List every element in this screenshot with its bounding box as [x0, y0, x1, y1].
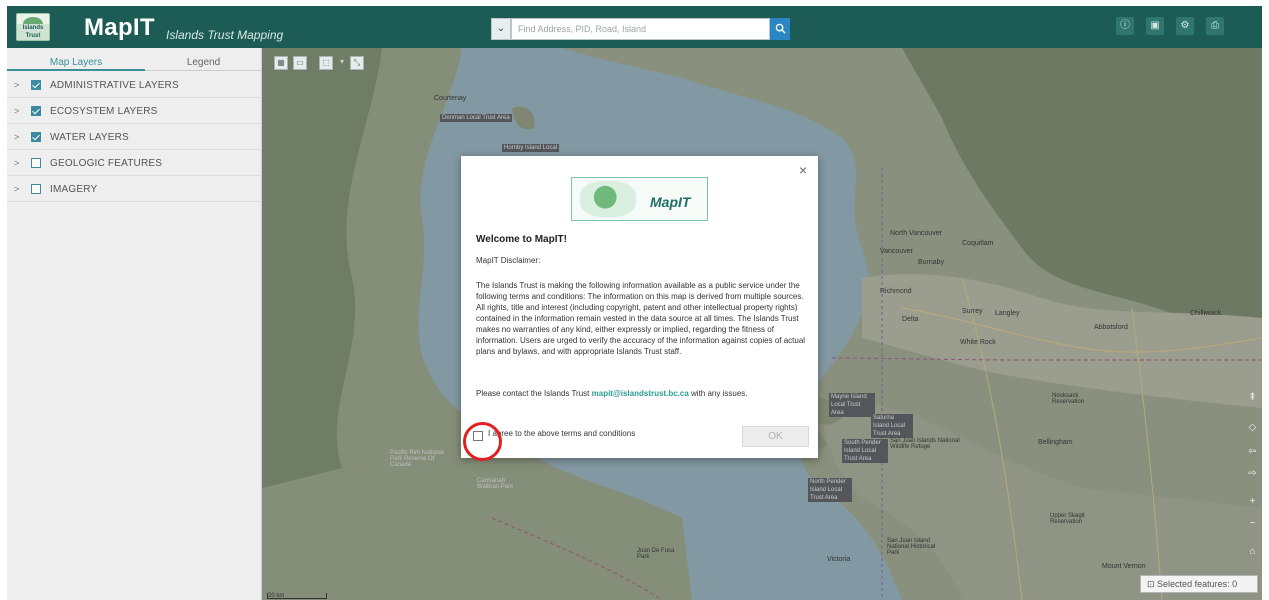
mapit-logo: MapIT: [571, 177, 708, 221]
selected-features-label: Selected features: 0: [1157, 579, 1238, 589]
next-extent-button[interactable]: ⇨: [1245, 466, 1260, 482]
chevron-down-icon: ▾: [339, 57, 344, 66]
clear-selection-button[interactable]: ⤡: [350, 56, 364, 70]
zoom-out-button[interactable]: −: [1245, 516, 1260, 532]
sidebar-tabs: Map Layers Legend: [7, 55, 262, 71]
zoom-out-icon: −: [1249, 518, 1256, 529]
grid-icon: ▦: [277, 58, 285, 67]
layer-label: ECOSYSTEM LAYERS: [50, 106, 158, 117]
selection-icon: ⊡: [1147, 579, 1158, 589]
annotation-highlight-circle: [463, 422, 502, 461]
layer-label: GEOLOGIC FEATURES: [50, 158, 163, 169]
chevron-right-icon[interactable]: >: [14, 80, 19, 90]
home-icon: ⌂: [1249, 546, 1256, 557]
layer-label: ADMINISTRATIVE LAYERS: [50, 80, 179, 91]
next-extent-icon: ⇨: [1248, 468, 1257, 479]
tab-map-layers[interactable]: Map Layers: [7, 55, 145, 71]
logo-caption: Islands Trust: [17, 24, 49, 40]
zoom-in-button[interactable]: +: [1245, 494, 1260, 510]
agree-label[interactable]: I agree to the above terms and condition…: [488, 429, 635, 438]
tab-legend[interactable]: Legend: [145, 55, 262, 71]
tools-button[interactable]: ⚙: [1176, 17, 1194, 35]
search-bar: ⌄: [491, 18, 790, 40]
disclaimer-dialog: × MapIT Welcome to MapIT! MapIT Disclaim…: [461, 156, 818, 458]
print-icon: ⎙: [1211, 20, 1219, 31]
layer-checkbox[interactable]: [31, 80, 41, 90]
contact-email-link[interactable]: mapit@islandstrust.bc.ca: [592, 389, 689, 398]
info-button[interactable]: ⓘ: [1116, 17, 1134, 35]
home-button[interactable]: ⌂: [1245, 544, 1260, 560]
layer-group-administrative[interactable]: > ADMINISTRATIVE LAYERS: [7, 74, 262, 98]
previous-extent-button[interactable]: ⇦: [1245, 444, 1260, 460]
logo-text: MapIT: [650, 194, 691, 210]
layer-checkbox[interactable]: [31, 106, 41, 116]
app-title: MapIT: [84, 14, 155, 41]
search-source-dropdown[interactable]: ⌄: [491, 18, 511, 40]
layer-checkbox[interactable]: [31, 132, 41, 142]
select-icon: ⬚: [322, 58, 330, 67]
scale-label: 20 km: [268, 593, 285, 599]
layer-checkbox[interactable]: [31, 158, 41, 168]
chevron-right-icon[interactable]: >: [14, 158, 19, 168]
contact-text: Please contact the Islands Trust mapit@i…: [476, 389, 748, 398]
chevron-right-icon[interactable]: >: [14, 106, 19, 116]
select-tool-button[interactable]: ⬚: [319, 56, 333, 70]
scale-bar: 20 km: [267, 593, 327, 599]
ok-button[interactable]: OK: [742, 426, 809, 447]
layer-checkbox[interactable]: [31, 184, 41, 194]
measure-button[interactable]: ▭: [293, 56, 307, 70]
compass-icon: ⇞: [1248, 392, 1257, 403]
save-icon: ▣: [1150, 20, 1160, 31]
basemap-gallery-button[interactable]: ▦: [274, 56, 288, 70]
locate-button[interactable]: ◇: [1245, 420, 1260, 436]
measure-icon: ▭: [296, 58, 304, 67]
info-icon: ⓘ: [1120, 20, 1130, 31]
save-button[interactable]: ▣: [1146, 17, 1164, 35]
chevron-down-icon: ⌄: [496, 23, 506, 34]
chevron-right-icon[interactable]: >: [14, 184, 19, 194]
selected-features-indicator[interactable]: ⊡ Selected features: 0: [1140, 575, 1258, 593]
app-window: Islands Trust MapIT Islands Trust Mappin…: [7, 6, 1262, 600]
app-header: Islands Trust MapIT Islands Trust Mappin…: [7, 6, 1262, 48]
close-button[interactable]: ×: [799, 163, 807, 177]
disclaimer-text: The Islands Trust is making the followin…: [476, 281, 806, 356]
contact-suffix: with any issues.: [688, 389, 748, 398]
layer-group-water[interactable]: > WATER LAYERS: [7, 126, 262, 150]
disclaimer-heading: MapIT Disclaimer:: [476, 256, 541, 265]
app-subtitle: Islands Trust Mapping: [166, 28, 284, 42]
print-button[interactable]: ⎙: [1206, 17, 1224, 35]
contact-prefix: Please contact the Islands Trust: [476, 389, 592, 398]
tools-icon: ⚙: [1180, 20, 1190, 31]
search-icon: [775, 23, 786, 34]
select-tool-dropdown[interactable]: ▾: [337, 56, 347, 70]
logo-mark: [580, 181, 636, 217]
dialog-title: Welcome to MapIT!: [476, 234, 567, 245]
search-button[interactable]: [770, 18, 790, 40]
chevron-right-icon[interactable]: >: [14, 132, 19, 142]
layer-group-geologic[interactable]: > GEOLOGIC FEATURES: [7, 152, 262, 176]
layer-group-imagery[interactable]: > IMAGERY: [7, 178, 262, 202]
layer-label: IMAGERY: [50, 184, 98, 195]
layer-label: WATER LAYERS: [50, 132, 129, 143]
locate-icon: ◇: [1248, 422, 1257, 433]
close-icon: ×: [799, 162, 808, 178]
previous-extent-icon: ⇦: [1248, 446, 1257, 457]
layers-sidebar: Map Layers Legend > ADMINISTRATIVE LAYER…: [7, 48, 262, 600]
layer-group-ecosystem[interactable]: > ECOSYSTEM LAYERS: [7, 100, 262, 124]
zoom-in-icon: +: [1249, 496, 1256, 507]
islands-trust-logo: Islands Trust: [16, 13, 50, 41]
compass-button[interactable]: ⇞: [1245, 390, 1260, 406]
clear-selection-icon: ⤡: [353, 58, 361, 67]
search-input[interactable]: [511, 18, 770, 40]
